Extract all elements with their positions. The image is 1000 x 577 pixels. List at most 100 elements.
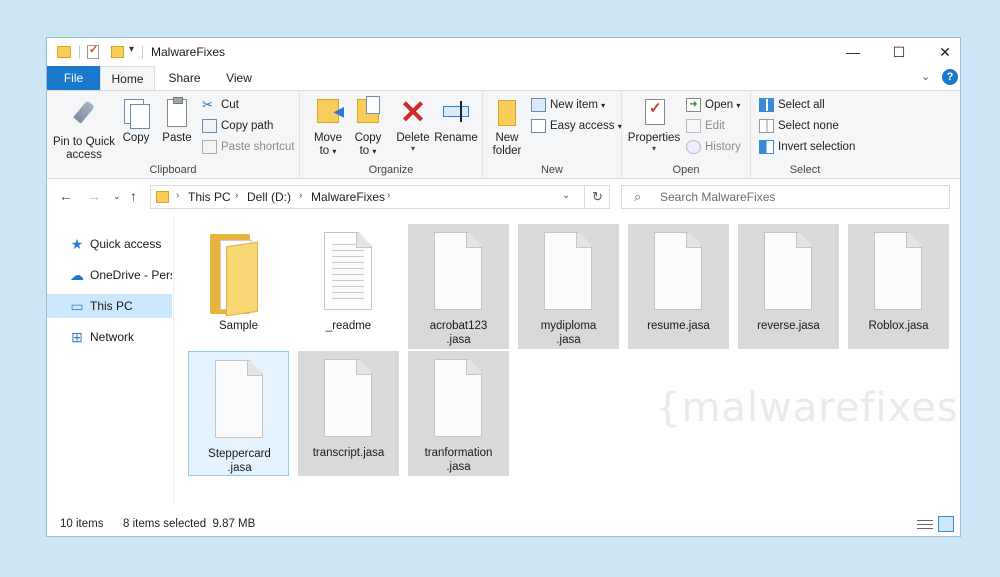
sidebar-item-quick-access[interactable]: ★ Quick access	[47, 232, 172, 256]
properties-quick-icon[interactable]	[87, 43, 99, 59]
pin-icon	[69, 100, 99, 133]
sidebar-item-onedrive[interactable]: ☁ OneDrive - Personal	[47, 263, 172, 287]
file-item-encrypted[interactable]: reverse.jasa	[738, 224, 839, 349]
invert-selection-icon	[759, 140, 774, 154]
breadcrumb-chevron-icon[interactable]: ›	[235, 190, 238, 201]
pin-label-line2: access	[66, 149, 102, 161]
folder-icon	[156, 191, 169, 203]
open-group-label: Open	[672, 164, 700, 176]
refresh-icon[interactable]: ↻	[584, 186, 610, 208]
cloud-icon: ☁	[70, 267, 84, 283]
tab-home[interactable]: Home	[100, 66, 155, 90]
breadcrumb-this-pc[interactable]: This PC	[188, 190, 231, 204]
navigation-bar: ← → ⌄ ↑ › This PC › Dell (D:) › MalwareF…	[47, 179, 960, 215]
copy-button[interactable]: Copy	[117, 97, 155, 145]
up-arrow-icon[interactable]: ↑	[130, 188, 137, 204]
file-item-folder[interactable]: Sample	[188, 224, 289, 349]
file-item-encrypted[interactable]: transcript.jasa	[298, 351, 399, 476]
file-item-encrypted[interactable]: resume.jasa	[628, 224, 729, 349]
blank-file-icon	[764, 232, 812, 310]
delete-button[interactable]: ✕ Delete ▾	[392, 96, 434, 153]
title-bar: ▾ MalwareFixes — ☐ ✕	[47, 38, 960, 66]
file-name: tranformation .jasa	[424, 447, 493, 473]
breadcrumb-malwarefixes[interactable]: MalwareFixes	[311, 190, 385, 204]
file-item-encrypted[interactable]: acrobat123 .jasa	[408, 224, 509, 349]
breadcrumb-chevron-icon[interactable]: ›	[176, 190, 179, 201]
new-folder-icon	[492, 97, 522, 129]
new-item-button[interactable]: New item ▾	[531, 96, 605, 114]
history-button[interactable]: History	[686, 138, 741, 156]
details-view-icon[interactable]	[917, 516, 933, 532]
tab-view[interactable]: View	[219, 66, 259, 90]
minimize-button[interactable]: —	[830, 38, 876, 66]
invert-selection-button[interactable]: Invert selection	[759, 138, 855, 156]
file-name: Sample	[219, 320, 258, 332]
tab-share[interactable]: Share	[162, 66, 207, 90]
invert-selection-label: Invert selection	[778, 141, 856, 153]
pin-to-quick-access-button[interactable]: Pin to Quick access	[53, 97, 115, 162]
blank-file-icon	[324, 359, 372, 437]
open-button[interactable]: ➜ Open ▾	[686, 96, 740, 114]
file-name: Steppercard .jasa	[208, 448, 271, 474]
breadcrumb-chevron-icon[interactable]: ›	[387, 190, 390, 201]
new-group: New folder New item ▾ Easy access ▾ New	[483, 91, 622, 179]
ribbon: Pin to Quick access Copy Paste ✂ Cut Cop…	[47, 90, 960, 179]
sidebar-item-network[interactable]: ⊞ Network	[47, 325, 172, 349]
blank-file-icon	[434, 232, 482, 310]
item-count: 10 items	[60, 518, 104, 530]
search-box[interactable]: ⌕ Search MalwareFixes	[621, 185, 950, 209]
open-icon: ➜	[686, 98, 701, 112]
easy-access-button[interactable]: Easy access ▾	[531, 117, 622, 135]
select-all-button[interactable]: Select all	[759, 96, 825, 114]
sidebar-item-this-pc[interactable]: ▭ This PC	[47, 294, 172, 318]
search-placeholder: Search MalwareFixes	[660, 190, 776, 204]
large-icons-view-icon[interactable]	[938, 516, 954, 532]
rename-button[interactable]: Rename	[434, 97, 478, 145]
copy-to-icon	[353, 96, 383, 129]
tab-file[interactable]: File	[47, 66, 100, 90]
organize-group: Move to ▾ Copy to ▾ ✕ Delete ▾ Rename Or…	[300, 91, 483, 179]
scissors-icon: ✂	[202, 97, 213, 112]
new-folder-button[interactable]: New folder	[487, 97, 527, 158]
paste-shortcut-label: Paste shortcut	[221, 141, 295, 153]
rename-label: Rename	[434, 132, 478, 144]
file-name: Roblox.jasa	[868, 320, 929, 332]
close-button[interactable]: ✕	[922, 38, 960, 66]
back-arrow-icon[interactable]: ←	[59, 188, 73, 204]
address-dropdown-icon[interactable]: ⌄	[562, 190, 570, 201]
address-bar[interactable]: › This PC › Dell (D:) › MalwareFixes › ⌄…	[150, 185, 610, 209]
watermark-text: {malwarefixes}	[655, 385, 960, 431]
navigation-pane: ★ Quick access ☁ OneDrive - Personal ▭ T…	[47, 215, 174, 505]
forward-arrow-icon[interactable]: →	[87, 188, 101, 204]
file-item-encrypted[interactable]: tranformation .jasa	[408, 351, 509, 476]
maximize-button[interactable]: ☐	[876, 38, 922, 66]
copy-icon	[121, 97, 151, 129]
cut-button[interactable]: ✂ Cut	[202, 96, 239, 114]
breadcrumb-dell-drive[interactable]: Dell (D:)	[247, 190, 291, 204]
help-icon[interactable]: ?	[942, 69, 958, 85]
paste-button[interactable]: Paste	[157, 97, 197, 145]
copy-to-button[interactable]: Copy to ▾	[348, 96, 388, 158]
new-folder-quick-icon[interactable]	[111, 46, 124, 58]
file-item-encrypted[interactable]: Steppercard .jasa	[188, 351, 289, 476]
folder-icon	[210, 234, 268, 317]
easy-access-icon	[531, 119, 546, 133]
move-to-label-line1: Move	[313, 132, 343, 144]
breadcrumb-chevron-icon[interactable]: ›	[299, 190, 302, 201]
ribbon-expand-icon[interactable]: ⌄	[921, 70, 930, 83]
file-item-text[interactable]: _readme	[298, 224, 399, 349]
open-group: Properties ▾ ➜ Open ▾ Edit History Open	[622, 91, 751, 179]
move-to-button[interactable]: Move to ▾	[308, 97, 348, 158]
history-label: History	[705, 141, 741, 153]
easy-access-label: Easy access	[550, 120, 615, 132]
select-none-button[interactable]: Select none	[759, 117, 839, 135]
copy-path-button[interactable]: Copy path	[202, 117, 273, 135]
properties-button[interactable]: Properties ▾	[626, 97, 682, 153]
quick-access-folder-icon[interactable]	[57, 46, 71, 58]
file-item-encrypted[interactable]: mydiploma .jasa	[518, 224, 619, 349]
recent-locations-chevron-icon[interactable]: ⌄	[113, 191, 121, 202]
edit-button[interactable]: Edit	[686, 117, 725, 135]
paste-shortcut-button[interactable]: Paste shortcut	[202, 138, 295, 156]
file-item-encrypted[interactable]: Roblox.jasa	[848, 224, 949, 349]
customize-toolbar-icon[interactable]: ▾	[129, 44, 134, 62]
